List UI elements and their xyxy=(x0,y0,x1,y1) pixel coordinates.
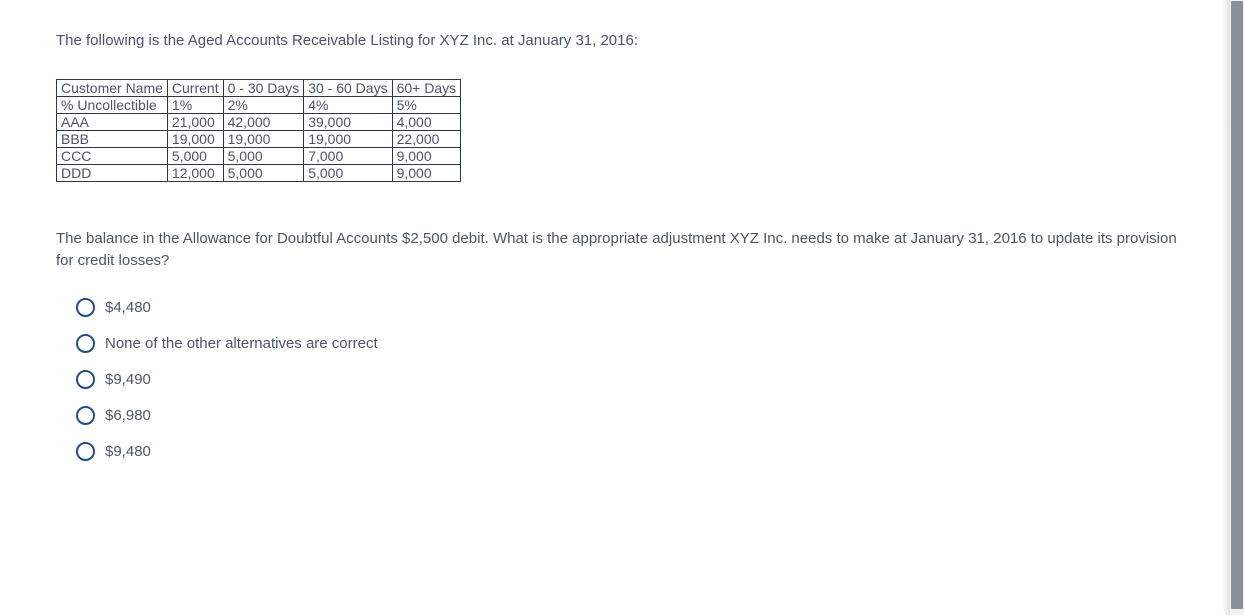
table-cell: 7,000 xyxy=(304,148,392,165)
table-header-cell: 0 - 30 Days xyxy=(223,80,304,97)
question-content: The following is the Aged Accounts Recei… xyxy=(0,0,1244,498)
table-cell: 9,000 xyxy=(392,165,461,182)
table-header-row: Customer Name Current 0 - 30 Days 30 - 6… xyxy=(57,80,461,97)
intro-text: The following is the Aged Accounts Recei… xyxy=(56,30,1188,51)
aged-receivable-table: Customer Name Current 0 - 30 Days 30 - 6… xyxy=(56,79,461,182)
table-cell: 4,000 xyxy=(392,114,461,131)
option-label: $9,480 xyxy=(105,443,151,460)
option-label: None of the other alternatives are corre… xyxy=(105,335,378,352)
table-row: CCC 5,000 5,000 7,000 9,000 xyxy=(57,148,461,165)
options-group: $4,480 None of the other alternatives ar… xyxy=(56,298,1188,461)
table-cell: 1% xyxy=(167,97,223,114)
question-text: The balance in the Allowance for Doubtfu… xyxy=(56,228,1188,272)
table-cell: DDD xyxy=(57,165,168,182)
table-cell: 42,000 xyxy=(223,114,304,131)
table-cell: 39,000 xyxy=(304,114,392,131)
table-cell: 5% xyxy=(392,97,461,114)
table-cell: 5,000 xyxy=(304,165,392,182)
table-cell: 5,000 xyxy=(167,148,223,165)
option-row[interactable]: $9,490 xyxy=(76,370,1188,389)
table-cell: 12,000 xyxy=(167,165,223,182)
right-shadow xyxy=(1222,0,1230,615)
table-cell: 22,000 xyxy=(392,131,461,148)
radio-icon[interactable] xyxy=(76,442,95,461)
option-row[interactable]: $9,480 xyxy=(76,442,1188,461)
table-cell: % Uncollectible xyxy=(57,97,168,114)
radio-icon[interactable] xyxy=(76,406,95,425)
scrollbar-track[interactable] xyxy=(1230,0,1244,615)
table-header-cell: Customer Name xyxy=(57,80,168,97)
table-cell: 5,000 xyxy=(223,165,304,182)
table-cell: 21,000 xyxy=(167,114,223,131)
scrollbar-thumb[interactable] xyxy=(1231,1,1243,609)
table-row: DDD 12,000 5,000 5,000 9,000 xyxy=(57,165,461,182)
table-row: % Uncollectible 1% 2% 4% 5% xyxy=(57,97,461,114)
table-cell: 4% xyxy=(304,97,392,114)
table-cell: AAA xyxy=(57,114,168,131)
table-header-cell: 60+ Days xyxy=(392,80,461,97)
table-cell: CCC xyxy=(57,148,168,165)
option-row[interactable]: $6,980 xyxy=(76,406,1188,425)
table-row: BBB 19,000 19,000 19,000 22,000 xyxy=(57,131,461,148)
option-label: $6,980 xyxy=(105,407,151,424)
option-row[interactable]: $4,480 xyxy=(76,298,1188,317)
table-cell: 5,000 xyxy=(223,148,304,165)
radio-icon[interactable] xyxy=(76,298,95,317)
table-cell: 9,000 xyxy=(392,148,461,165)
option-label: $4,480 xyxy=(105,299,151,316)
table-cell: 19,000 xyxy=(304,131,392,148)
table-cell: 19,000 xyxy=(223,131,304,148)
table-header-cell: 30 - 60 Days xyxy=(304,80,392,97)
table-row: AAA 21,000 42,000 39,000 4,000 xyxy=(57,114,461,131)
table-cell: 2% xyxy=(223,97,304,114)
option-row[interactable]: None of the other alternatives are corre… xyxy=(76,334,1188,353)
table-cell: 19,000 xyxy=(167,131,223,148)
table-cell: BBB xyxy=(57,131,168,148)
radio-icon[interactable] xyxy=(76,334,95,353)
table-header-cell: Current xyxy=(167,80,223,97)
radio-icon[interactable] xyxy=(76,370,95,389)
option-label: $9,490 xyxy=(105,371,151,388)
